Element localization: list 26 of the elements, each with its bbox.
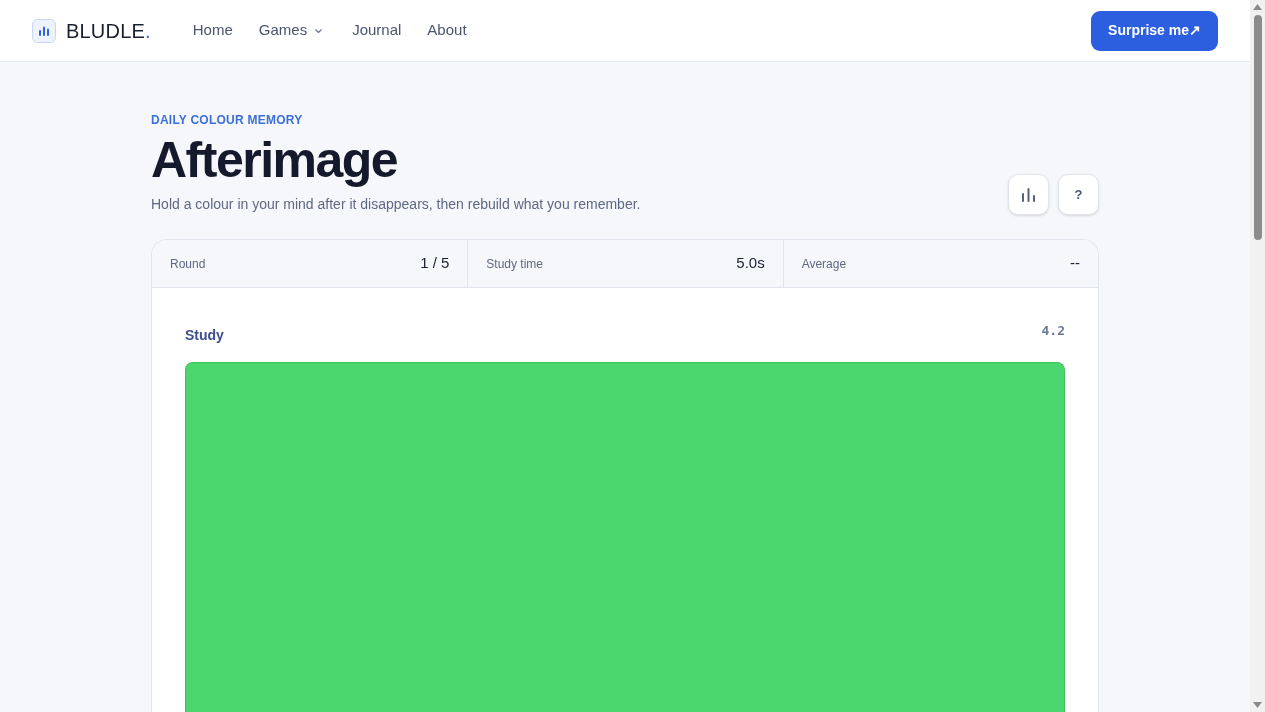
games-menu-link[interactable]: Games [248, 13, 333, 48]
scrollbar-thumb[interactable] [1253, 15, 1262, 240]
phase-label: Study [185, 326, 224, 345]
stat-value: 1 / 5 [420, 253, 450, 274]
page-title: Afterimage [151, 132, 399, 188]
countdown-timer: 4.2 [1041, 322, 1065, 340]
logo-wordmark[interactable]: BLUDLE. [66, 15, 151, 46]
surprise-me-button[interactable]: Surprise me↗ [1091, 10, 1218, 51]
nav-link[interactable]: About [417, 13, 477, 48]
scroll-down-arrow-icon[interactable] [1253, 702, 1262, 708]
scroll-up-arrow-icon[interactable] [1253, 4, 1262, 10]
stat-label: Study time [486, 255, 544, 273]
nav-link[interactable]: Journal [342, 13, 412, 48]
bar-chart-icon [32, 18, 56, 43]
nav-link[interactable]: Home [182, 13, 243, 48]
stat-value: -- [1070, 253, 1080, 274]
help-button[interactable]: ? [1058, 174, 1099, 215]
chevron-down-icon [315, 28, 323, 33]
eyebrow-label: DAILY COLOUR MEMORY [151, 112, 304, 128]
stat-value: 5.0s [736, 253, 765, 274]
scrollbar[interactable] [1250, 0, 1265, 712]
statistics-button[interactable] [1008, 174, 1049, 215]
bar-chart-icon [1022, 187, 1035, 202]
page-subtitle: Hold a colour in your mind after it disappears, then rebuild what you remember. [151, 195, 641, 214]
stat-label: Average [801, 255, 847, 273]
stat-label: Round [170, 255, 206, 273]
